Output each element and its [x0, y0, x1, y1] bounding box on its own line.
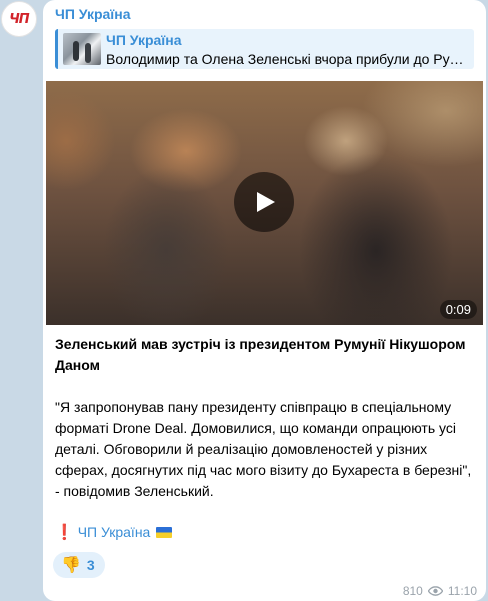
post-title: Зеленський мав зустріч із президентом Ру… — [55, 336, 466, 373]
exclamation-icon: ❗ — [55, 524, 74, 541]
channel-name[interactable]: ЧП Україна — [55, 6, 131, 22]
eye-icon — [427, 586, 443, 596]
post-body: "Я запропонував пану президенту співпрац… — [55, 399, 472, 499]
channel-avatar[interactable]: ЧП — [1, 1, 37, 37]
play-button[interactable] — [234, 172, 294, 232]
message-time: 11:10 — [447, 584, 477, 598]
reply-title: ЧП Україна — [106, 32, 182, 48]
play-icon — [257, 192, 275, 212]
ukraine-flag-icon — [156, 526, 173, 538]
reaction-thumbs-down[interactable]: 👎 3 — [53, 552, 105, 578]
video-player[interactable]: 0:09 — [46, 81, 483, 325]
view-count: 810 — [402, 584, 423, 598]
video-duration: 0:09 — [439, 300, 477, 319]
reply-preview[interactable]: ЧП Україна Володимир та Олена Зеленські … — [55, 29, 474, 69]
reply-text: Володимир та Олена Зеленські вчора прибу… — [106, 51, 472, 67]
message-bubble: ЧП Україна ЧП Україна Володимир та Олена… — [43, 0, 486, 601]
signature-link[interactable]: ЧП Україна — [78, 524, 151, 540]
channel-signature[interactable]: ❗ ЧП Україна — [55, 523, 173, 541]
reaction-count: 3 — [86, 557, 95, 573]
message-meta: 810 11:10 — [403, 584, 477, 598]
reply-thumbnail — [63, 33, 101, 65]
channel-logo: ЧП — [9, 11, 29, 27]
thumbs-down-icon: 👎 — [61, 557, 81, 574]
